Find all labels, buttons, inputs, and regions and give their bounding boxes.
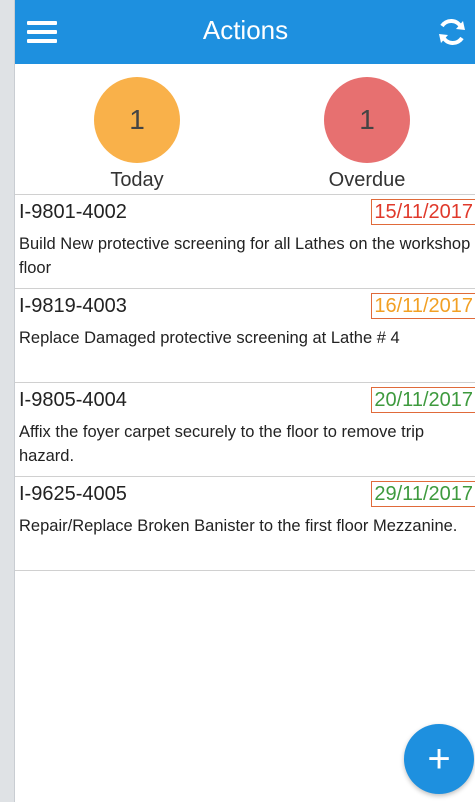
app-screen: Actions 1 Today 1 Overdue I-9801-4002 15…: [14, 0, 475, 802]
action-description: Build New protective screening for all L…: [19, 235, 471, 277]
page-title: Actions: [202, 15, 289, 45]
action-id: I-9819-4003: [19, 295, 127, 317]
overdue-count-badge: 1: [324, 77, 410, 163]
actions-list: I-9801-4002 15/11/2017 Build New protect…: [15, 194, 475, 571]
list-item[interactable]: I-9801-4002 15/11/2017 Build New protect…: [15, 195, 475, 289]
overdue-summary[interactable]: 1 Overdue: [307, 77, 427, 192]
list-item[interactable]: I-9625-4005 29/11/2017 Repair/Replace Br…: [15, 477, 475, 571]
list-item[interactable]: I-9819-4003 16/11/2017 Replace Damaged p…: [15, 289, 475, 383]
sync-icon[interactable]: [432, 12, 472, 52]
today-count-badge: 1: [94, 77, 180, 163]
summary-panel: 1 Today 1 Overdue: [15, 64, 475, 194]
add-action-button[interactable]: +: [404, 724, 474, 794]
today-label: Today: [110, 169, 164, 191]
action-description: Affix the foyer carpet securely to the f…: [19, 423, 425, 465]
action-date: 29/11/2017: [371, 481, 475, 507]
action-description: Repair/Replace Broken Banister to the fi…: [19, 517, 458, 535]
action-id: I-9805-4004: [19, 389, 127, 411]
action-date: 16/11/2017: [371, 293, 475, 319]
list-item[interactable]: I-9805-4004 20/11/2017 Affix the foyer c…: [15, 383, 475, 477]
today-summary[interactable]: 1 Today: [77, 77, 197, 192]
app-bar: Actions: [15, 0, 475, 64]
action-description: Replace Damaged protective screening at …: [19, 329, 400, 347]
action-id: I-9801-4002: [19, 201, 127, 223]
overdue-label: Overdue: [328, 169, 406, 191]
action-date: 20/11/2017: [371, 387, 475, 413]
action-date: 15/11/2017: [371, 199, 475, 225]
action-id: I-9625-4005: [19, 483, 127, 505]
